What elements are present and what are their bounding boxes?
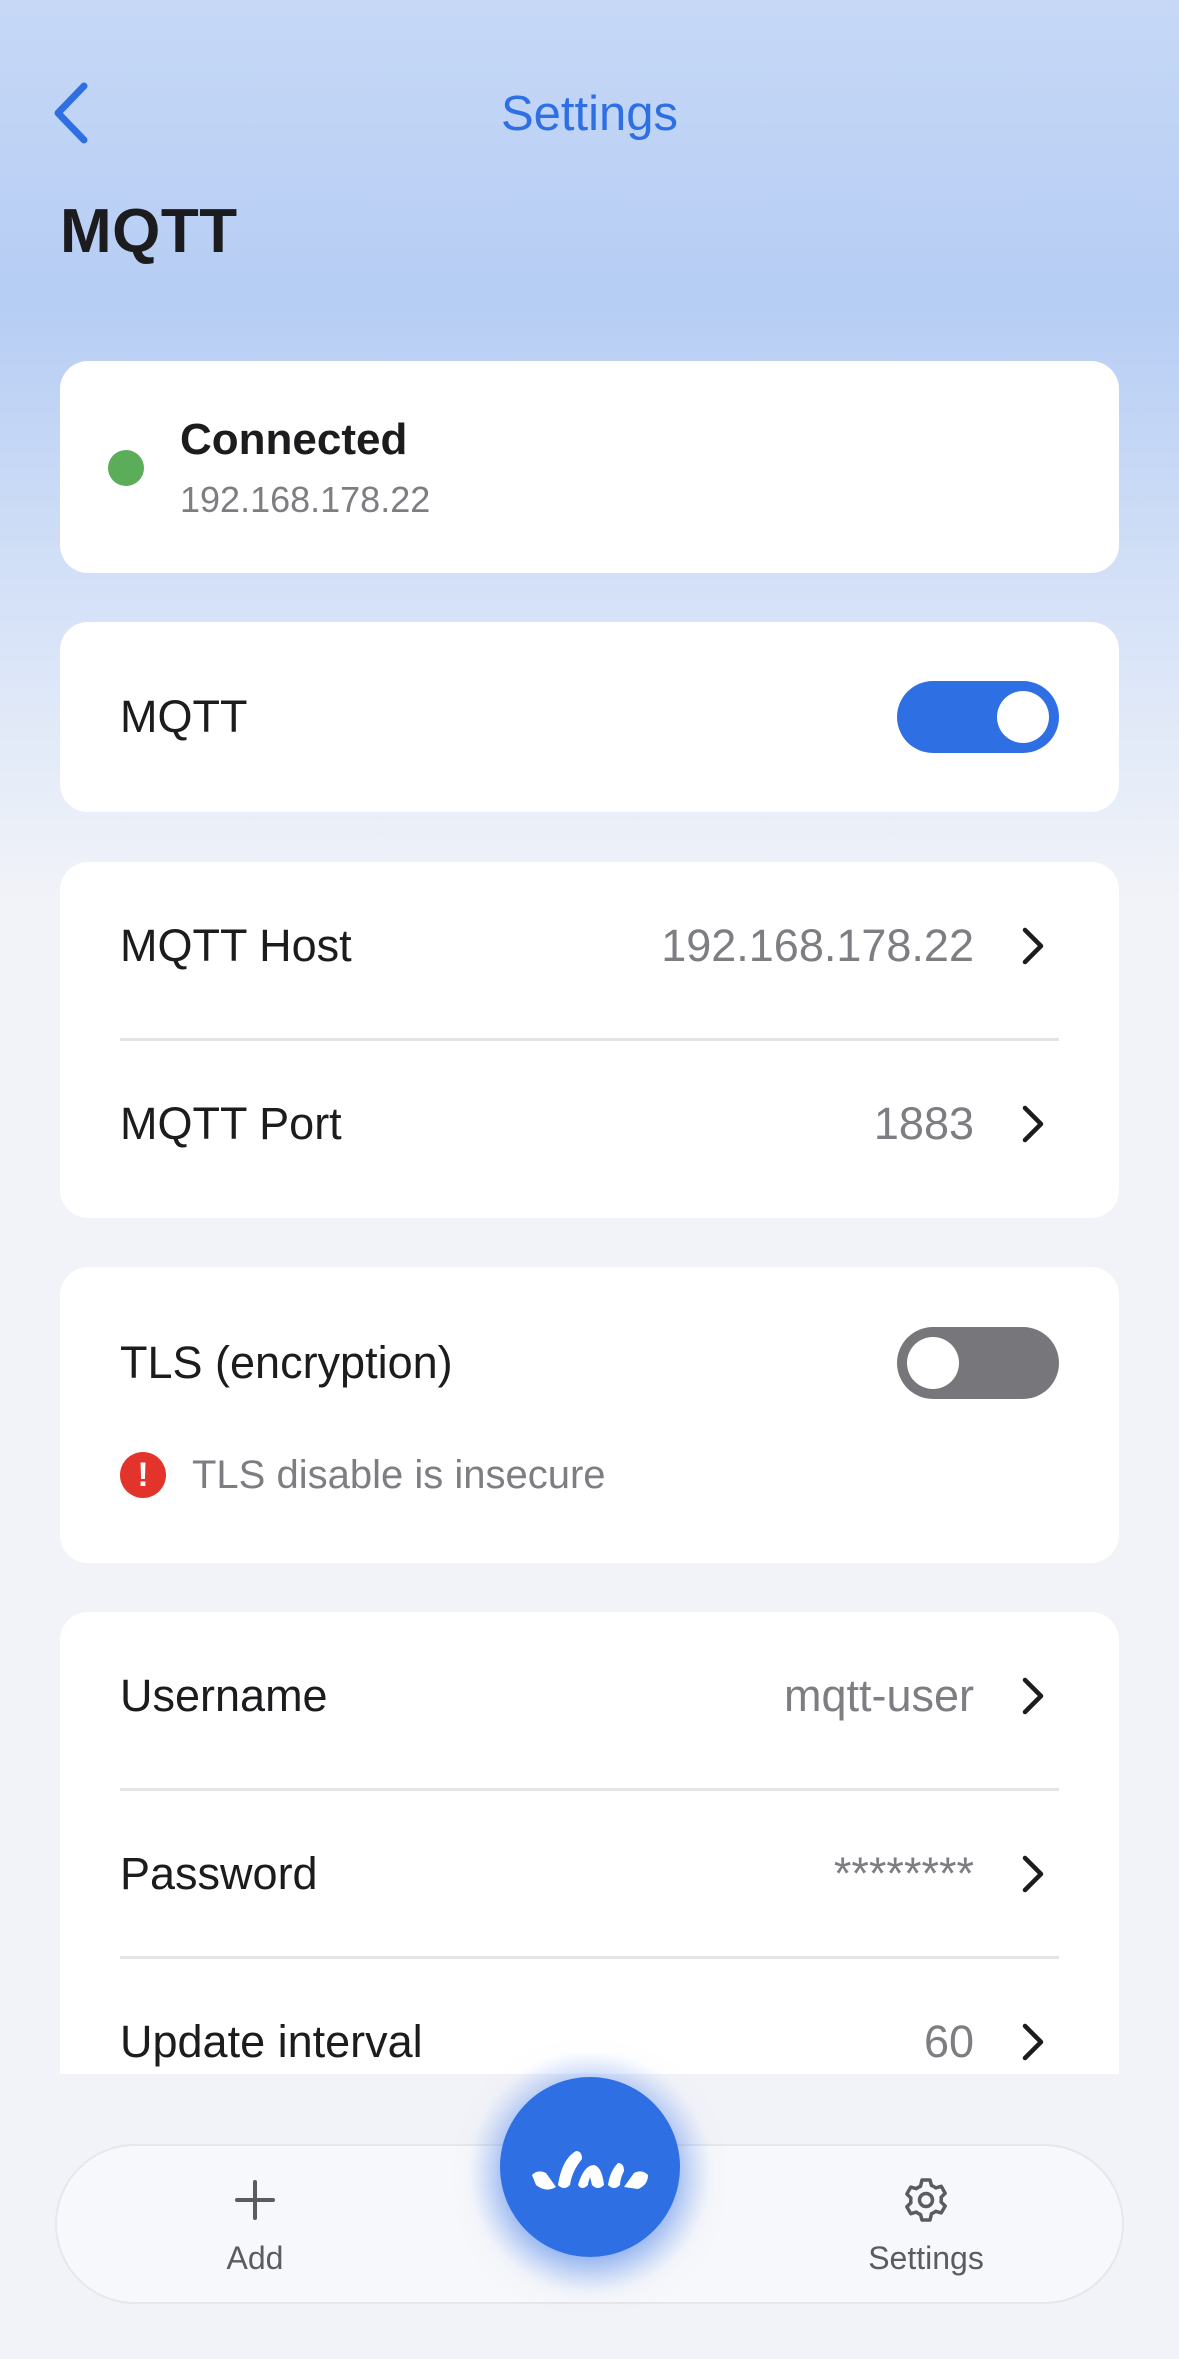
chevron-right-icon [1022, 2023, 1044, 2061]
mqtt-toggle-switch[interactable] [897, 681, 1059, 753]
mqtt-host-label: MQTT Host [120, 920, 352, 971]
credentials-card: Username mqtt-user Password ******** Upd… [60, 1612, 1119, 2074]
mqtt-host-row[interactable]: MQTT Host 192.168.178.22 [60, 862, 1119, 1030]
update-interval-value: 60 [923, 2016, 974, 2067]
tls-warning-text: TLS disable is insecure [192, 1453, 606, 1497]
status-indicator-dot [108, 450, 144, 486]
password-value: ******** [833, 1848, 974, 1899]
mqtt-port-label: MQTT Port [120, 1098, 342, 1149]
password-row[interactable]: Password ******** [60, 1790, 1119, 1958]
password-label: Password [120, 1848, 318, 1899]
connection-status-card: Connected 192.168.178.22 [60, 361, 1119, 573]
chevron-right-icon [1022, 1105, 1044, 1143]
username-label: Username [120, 1670, 328, 1721]
gear-icon [905, 2178, 947, 2222]
page-title: MQTT [60, 197, 238, 266]
tls-toggle-switch[interactable] [897, 1327, 1059, 1399]
username-row[interactable]: Username mqtt-user [60, 1612, 1119, 1780]
status-title: Connected [180, 415, 408, 464]
mqtt-port-value: 1883 [873, 1098, 974, 1149]
tab-settings-label: Settings [868, 2240, 984, 2276]
center-action-button[interactable] [500, 2077, 680, 2257]
chevron-right-icon [1022, 1677, 1044, 1715]
connection-settings-card: MQTT Host 192.168.178.22 MQTT Port 1883 [60, 862, 1119, 1218]
mqtt-port-row[interactable]: MQTT Port 1883 [60, 1040, 1119, 1208]
nav-title: Settings [500, 87, 679, 141]
warning-icon: ! [120, 1452, 166, 1498]
plus-icon [235, 2180, 275, 2220]
chevron-right-icon [1022, 927, 1044, 965]
chevron-right-icon [1022, 1855, 1044, 1893]
tab-add-label: Add [226, 2240, 284, 2276]
mqtt-toggle-label: MQTT [120, 691, 248, 742]
app-logo-icon [532, 2151, 648, 2190]
tls-card: TLS (encryption) ! TLS disable is insecu… [60, 1267, 1119, 1563]
username-value: mqtt-user [783, 1670, 974, 1721]
tls-label: TLS (encryption) [120, 1337, 453, 1388]
status-address: 192.168.178.22 [180, 479, 431, 520]
toggle-knob [997, 691, 1049, 743]
mqtt-toggle-card: MQTT [60, 622, 1119, 812]
tab-add[interactable]: Add [125, 2146, 385, 2306]
toggle-knob [907, 1337, 959, 1389]
settings-scroll-area[interactable]: Settings MQTT Connected 192.168.178.22 M… [0, 0, 1179, 2074]
tab-settings[interactable]: Settings [796, 2146, 1056, 2306]
mqtt-host-value: 192.168.178.22 [661, 920, 974, 971]
update-interval-label: Update interval [120, 2016, 423, 2067]
